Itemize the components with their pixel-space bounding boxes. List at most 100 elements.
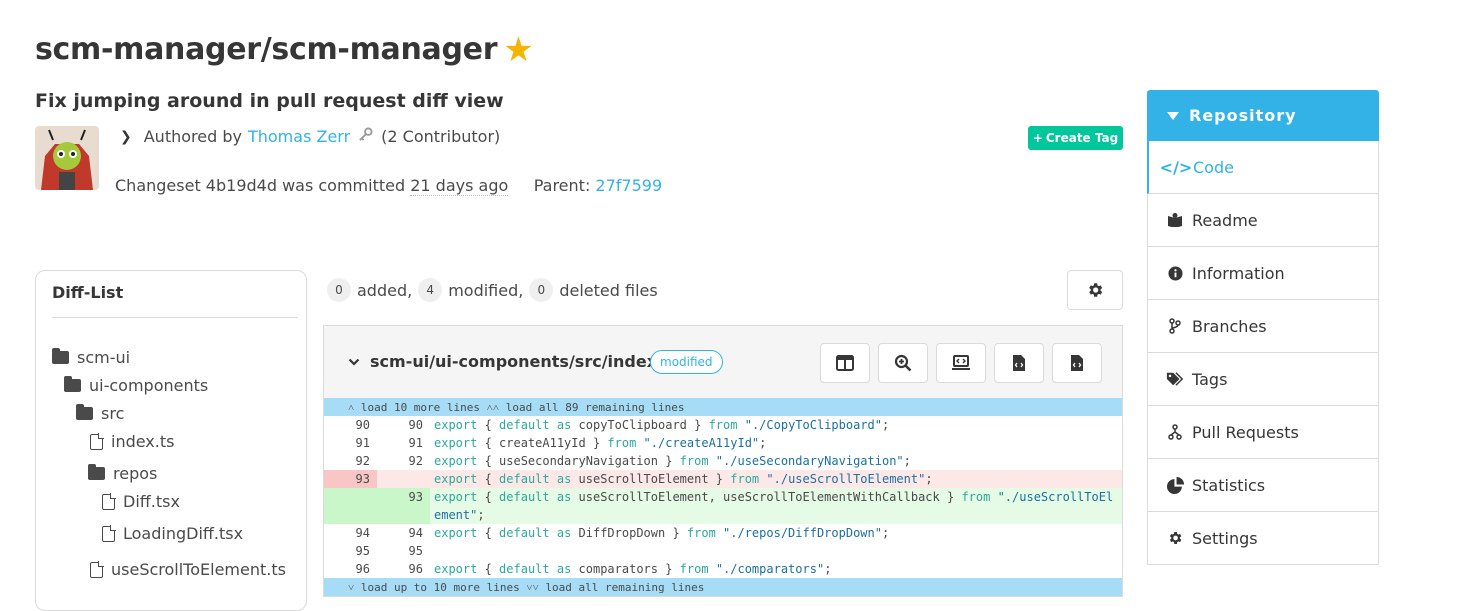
star-icon[interactable]: ★ xyxy=(503,30,533,70)
code-text: export { default as copyToClipboard } fr… xyxy=(434,418,890,432)
view-source-button[interactable] xyxy=(994,343,1044,383)
new-line-number[interactable]: 95 xyxy=(377,542,430,560)
inserted-line[interactable]: 93 export { default as useScrollToElement… xyxy=(324,488,1122,524)
new-line-number[interactable]: 92 xyxy=(377,452,430,470)
sidebar-item-label: Information xyxy=(1192,263,1285,283)
code-line[interactable]: 92 92 export { useSecondaryNavigation } fr… xyxy=(324,452,1122,470)
old-line-number[interactable]: 93 xyxy=(324,470,377,488)
sidebar-item-readme[interactable]: Readme xyxy=(1147,194,1379,247)
tree-label: repos xyxy=(113,464,158,483)
key-icon xyxy=(358,127,373,146)
tree-label: LoadingDiff.tsx xyxy=(123,524,244,543)
new-line-number[interactable]: 93 xyxy=(377,488,430,524)
old-line-number[interactable]: 91 xyxy=(324,434,377,452)
code-line[interactable]: 96 96 export { default as comparators } fr… xyxy=(324,560,1122,578)
file-diff-header[interactable]: scm-ui/ui-components/src/index.ts modifi… xyxy=(324,326,1122,398)
avatar xyxy=(35,126,99,190)
chevron-up-icon: ˄ xyxy=(348,400,361,414)
double-chevron-up-icon: ˄˄ xyxy=(480,400,506,414)
code-line[interactable]: 90 90 export { default as copyToClipboard … xyxy=(324,416,1122,434)
new-line-number[interactable]: 90 xyxy=(377,416,430,434)
sidebar-item-information[interactable]: Information xyxy=(1147,247,1379,300)
tree-file[interactable]: index.ts xyxy=(90,432,174,451)
whitespace-button[interactable] xyxy=(936,343,986,383)
sidebar-item-statistics[interactable]: Statistics xyxy=(1147,459,1379,512)
file-diff: scm-ui/ui-components/src/index.ts modifi… xyxy=(323,325,1123,597)
load-more-link[interactable]: load 10 more lines xyxy=(361,401,480,414)
info-icon xyxy=(1166,265,1184,281)
tree-file[interactable]: useScrollToElement.ts xyxy=(90,560,286,579)
chevron-right-icon[interactable]: ❯ xyxy=(120,129,132,145)
tree-file[interactable]: Diff.tsx xyxy=(102,492,180,511)
tree-folder[interactable]: repos xyxy=(88,464,157,483)
new-line-number[interactable]: 94 xyxy=(377,524,430,542)
load-more-link[interactable]: load up to 10 more lines xyxy=(361,581,520,594)
deleted-count: 0 xyxy=(529,278,554,302)
repository-nav: Repository </> Code Readme Information Branc… xyxy=(1147,90,1379,566)
tree-label: scm-ui xyxy=(77,348,131,367)
branch-icon xyxy=(1166,318,1184,334)
diff-summary: 0 added, 4 modified, 0 deleted files xyxy=(327,278,658,302)
tree-file[interactable]: LoadingDiff.tsx xyxy=(102,524,243,543)
code-line[interactable]: 95 95 xyxy=(324,542,1122,560)
repository-menu-header[interactable]: Repository xyxy=(1147,90,1379,141)
plus-icon: + xyxy=(1032,131,1043,145)
parent-link[interactable]: 27f7599 xyxy=(595,176,662,195)
sidebar-item-pull-requests[interactable]: Pull Requests xyxy=(1147,406,1379,459)
tree-folder[interactable]: src xyxy=(76,404,124,423)
contributor-count: (2 Contributor) xyxy=(381,127,501,146)
gear-icon xyxy=(1166,530,1184,546)
file-code-icon xyxy=(1071,355,1083,371)
repository-title: scm-manager/scm-manager ★ xyxy=(35,30,534,70)
toggle-view-button[interactable] xyxy=(820,343,870,383)
diff-settings-button[interactable] xyxy=(1067,270,1123,310)
tree-folder[interactable]: ui-components xyxy=(64,376,208,395)
parent-label: Parent: xyxy=(533,176,591,195)
file-icon xyxy=(102,492,116,510)
folder-icon xyxy=(88,464,105,480)
create-tag-button[interactable]: + Create Tag xyxy=(1028,126,1123,150)
chevron-down-icon[interactable] xyxy=(348,356,360,368)
sidebar-item-branches[interactable]: Branches xyxy=(1147,300,1379,353)
commit-age: 21 days ago xyxy=(410,176,509,196)
old-line-number[interactable]: 96 xyxy=(324,560,377,578)
divider xyxy=(52,317,298,318)
modified-label: modified, xyxy=(448,280,524,300)
expand-bottom[interactable]: ˅ load up to 10 more lines ˅˅ load all r… xyxy=(324,578,1122,596)
zoom-button[interactable] xyxy=(878,343,928,383)
sidebar-item-settings[interactable]: Settings xyxy=(1147,512,1379,565)
repository-menu-label: Repository xyxy=(1189,106,1297,125)
code-line[interactable]: 94 94 export { default as DiffDropDown } f… xyxy=(324,524,1122,542)
added-count: 0 xyxy=(327,278,351,302)
new-line-number[interactable]: 91 xyxy=(377,434,430,452)
load-all-link[interactable]: load all remaining lines xyxy=(545,581,704,594)
old-line-number[interactable]: 95 xyxy=(324,542,377,560)
load-all-link[interactable]: load all 89 remaining lines xyxy=(506,401,685,414)
file-diff-title[interactable]: scm-ui/ui-components/src/index.ts xyxy=(348,352,680,371)
create-tag-label: Create Tag xyxy=(1045,131,1119,145)
sidebar-item-tags[interactable]: Tags xyxy=(1147,353,1379,406)
deleted-label: deleted files xyxy=(559,280,658,300)
gear-icon xyxy=(1089,283,1103,297)
deleted-line[interactable]: 93 export { default as useScrollToElement… xyxy=(324,470,1122,488)
sidebar-item-code[interactable]: </> Code xyxy=(1147,141,1379,194)
modified-count: 4 xyxy=(418,278,443,302)
code-line[interactable]: 91 91 export { createA11yId } from "./crea… xyxy=(324,434,1122,452)
new-line-number[interactable]: 96 xyxy=(377,560,430,578)
old-line-number[interactable]: 94 xyxy=(324,524,377,542)
folder-icon xyxy=(64,376,81,392)
diff-list-panel: Diff-List scm-ui ui-components src index… xyxy=(35,270,307,611)
tree-label: useScrollToElement.ts xyxy=(111,560,286,579)
tree-folder[interactable]: scm-ui xyxy=(52,348,130,367)
author-link[interactable]: Thomas Zerr xyxy=(248,127,350,146)
new-line-number[interactable] xyxy=(377,470,430,488)
expand-top[interactable]: ˄ load 10 more lines ˄˄ load all 89 rema… xyxy=(324,398,1122,416)
pull-request-icon xyxy=(1166,424,1184,440)
view-target-button[interactable] xyxy=(1052,343,1102,383)
code-text: export { createA11yId } from "./createA1… xyxy=(434,436,767,450)
folder-icon xyxy=(52,348,69,364)
old-line-number[interactable]: 90 xyxy=(324,416,377,434)
old-line-number[interactable] xyxy=(324,488,377,524)
old-line-number[interactable]: 92 xyxy=(324,452,377,470)
code-icon: </> xyxy=(1159,157,1193,177)
